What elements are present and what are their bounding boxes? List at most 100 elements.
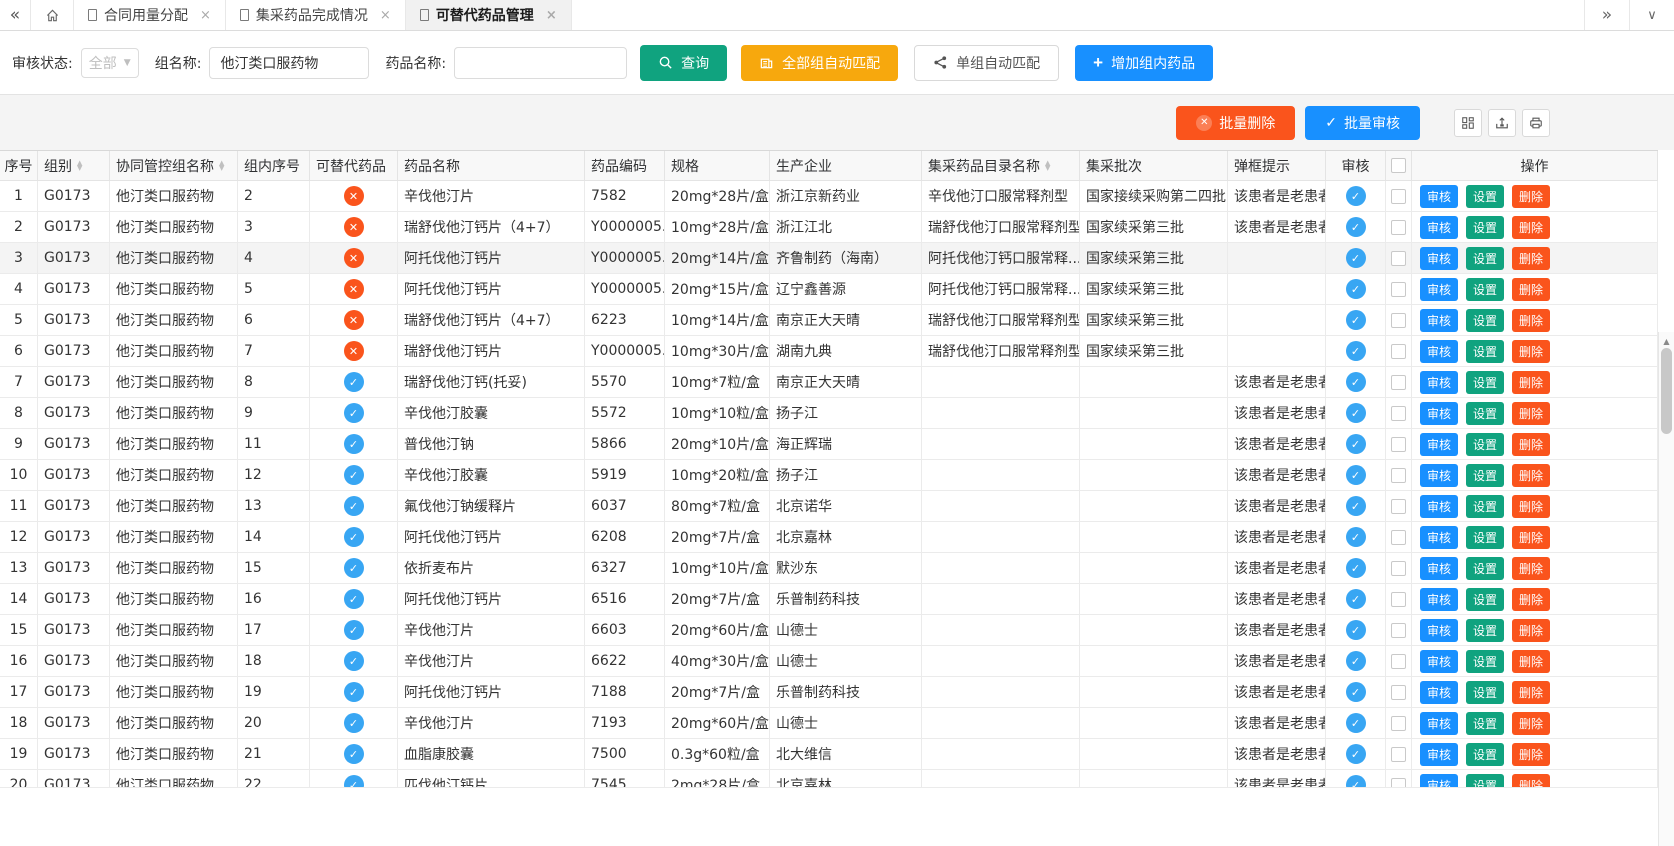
row-checkbox[interactable]: [1391, 251, 1406, 266]
batch-audit-button[interactable]: ✓ 批量审核: [1305, 106, 1420, 140]
row-checkbox[interactable]: [1391, 716, 1406, 731]
sort-icon[interactable]: ▲▼: [219, 161, 224, 171]
row-delete-button[interactable]: 删除: [1512, 309, 1550, 332]
row-setting-button[interactable]: 设置: [1466, 340, 1504, 363]
column-header-2[interactable]: 协同管控组名称▲▼: [110, 151, 238, 180]
row-checkbox[interactable]: [1391, 189, 1406, 204]
row-setting-button[interactable]: 设置: [1466, 743, 1504, 766]
row-checkbox[interactable]: [1391, 437, 1406, 452]
column-header-9[interactable]: 集采药品目录名称▲▼: [922, 151, 1080, 180]
row-delete-button[interactable]: 删除: [1512, 185, 1550, 208]
close-icon[interactable]: ×: [380, 8, 391, 23]
row-checkbox[interactable]: [1391, 685, 1406, 700]
row-delete-button[interactable]: 删除: [1512, 402, 1550, 425]
match-all-groups-button[interactable]: 全部组自动匹配: [741, 45, 898, 81]
group-name-input[interactable]: [209, 47, 369, 79]
row-checkbox[interactable]: [1391, 561, 1406, 576]
row-audit-button[interactable]: 审核: [1420, 557, 1458, 580]
audit-status-select[interactable]: 全部 ▼: [81, 48, 139, 78]
column-header-1[interactable]: 组别▲▼: [38, 151, 110, 180]
row-setting-button[interactable]: 设置: [1466, 402, 1504, 425]
tab-1[interactable]: 集采药品完成情况×: [226, 0, 406, 30]
vertical-scrollbar[interactable]: ▲ ▼: [1658, 332, 1674, 846]
row-delete-button[interactable]: 删除: [1512, 526, 1550, 549]
row-setting-button[interactable]: 设置: [1466, 774, 1504, 789]
batch-delete-button[interactable]: ✕ 批量删除: [1176, 106, 1295, 140]
row-audit-button[interactable]: 审核: [1420, 433, 1458, 456]
row-setting-button[interactable]: 设置: [1466, 278, 1504, 301]
row-checkbox[interactable]: [1391, 654, 1406, 669]
row-delete-button[interactable]: 删除: [1512, 619, 1550, 642]
row-delete-button[interactable]: 删除: [1512, 712, 1550, 735]
row-setting-button[interactable]: 设置: [1466, 557, 1504, 580]
row-audit-button[interactable]: 审核: [1420, 216, 1458, 239]
row-setting-button[interactable]: 设置: [1466, 433, 1504, 456]
row-checkbox[interactable]: [1391, 778, 1406, 789]
scroll-up-icon[interactable]: ▲: [1659, 334, 1674, 348]
row-checkbox[interactable]: [1391, 623, 1406, 638]
row-audit-button[interactable]: 审核: [1420, 402, 1458, 425]
row-checkbox[interactable]: [1391, 375, 1406, 390]
column-settings-button[interactable]: [1454, 109, 1482, 137]
row-setting-button[interactable]: 设置: [1466, 309, 1504, 332]
row-audit-button[interactable]: 审核: [1420, 712, 1458, 735]
home-tab[interactable]: [30, 0, 74, 30]
row-audit-button[interactable]: 审核: [1420, 371, 1458, 394]
row-delete-button[interactable]: 删除: [1512, 557, 1550, 580]
select-all-checkbox[interactable]: [1391, 158, 1406, 173]
row-setting-button[interactable]: 设置: [1466, 371, 1504, 394]
row-delete-button[interactable]: 删除: [1512, 371, 1550, 394]
match-single-group-button[interactable]: 单组自动匹配: [914, 45, 1059, 81]
export-button[interactable]: [1488, 109, 1516, 137]
row-setting-button[interactable]: 设置: [1466, 619, 1504, 642]
row-setting-button[interactable]: 设置: [1466, 681, 1504, 704]
row-setting-button[interactable]: 设置: [1466, 185, 1504, 208]
row-setting-button[interactable]: 设置: [1466, 526, 1504, 549]
row-audit-button[interactable]: 审核: [1420, 185, 1458, 208]
tab-2[interactable]: 可替代药品管理×: [406, 0, 572, 30]
row-setting-button[interactable]: 设置: [1466, 650, 1504, 673]
row-checkbox[interactable]: [1391, 592, 1406, 607]
row-checkbox[interactable]: [1391, 468, 1406, 483]
vertical-scroll-thumb[interactable]: [1661, 348, 1672, 434]
row-setting-button[interactable]: 设置: [1466, 712, 1504, 735]
add-group-drug-button[interactable]: + 增加组内药品: [1075, 45, 1213, 81]
row-audit-button[interactable]: 审核: [1420, 774, 1458, 789]
sort-icon[interactable]: ▲▼: [1045, 161, 1050, 171]
query-button[interactable]: 查询: [640, 45, 727, 81]
tab-menu-chevron-down-icon[interactable]: ∨: [1629, 0, 1674, 30]
sort-icon[interactable]: ▲▼: [77, 161, 82, 171]
tab-0[interactable]: 合同用量分配×: [74, 0, 226, 30]
row-setting-button[interactable]: 设置: [1466, 495, 1504, 518]
row-setting-button[interactable]: 设置: [1466, 588, 1504, 611]
row-delete-button[interactable]: 删除: [1512, 216, 1550, 239]
row-checkbox[interactable]: [1391, 344, 1406, 359]
row-delete-button[interactable]: 删除: [1512, 464, 1550, 487]
row-delete-button[interactable]: 删除: [1512, 495, 1550, 518]
expand-tabs-icon[interactable]: »: [1584, 0, 1629, 30]
row-audit-button[interactable]: 审核: [1420, 278, 1458, 301]
row-audit-button[interactable]: 审核: [1420, 588, 1458, 611]
row-audit-button[interactable]: 审核: [1420, 340, 1458, 363]
row-checkbox[interactable]: [1391, 282, 1406, 297]
row-checkbox[interactable]: [1391, 499, 1406, 514]
print-button[interactable]: [1522, 109, 1550, 137]
row-delete-button[interactable]: 删除: [1512, 588, 1550, 611]
row-delete-button[interactable]: 删除: [1512, 681, 1550, 704]
row-checkbox[interactable]: [1391, 220, 1406, 235]
row-audit-button[interactable]: 审核: [1420, 619, 1458, 642]
row-delete-button[interactable]: 删除: [1512, 278, 1550, 301]
row-audit-button[interactable]: 审核: [1420, 464, 1458, 487]
row-checkbox[interactable]: [1391, 313, 1406, 328]
row-delete-button[interactable]: 删除: [1512, 340, 1550, 363]
close-icon[interactable]: ×: [546, 8, 557, 23]
row-checkbox[interactable]: [1391, 406, 1406, 421]
row-audit-button[interactable]: 审核: [1420, 247, 1458, 270]
row-delete-button[interactable]: 删除: [1512, 433, 1550, 456]
row-setting-button[interactable]: 设置: [1466, 464, 1504, 487]
row-audit-button[interactable]: 审核: [1420, 681, 1458, 704]
row-checkbox[interactable]: [1391, 747, 1406, 762]
row-setting-button[interactable]: 设置: [1466, 247, 1504, 270]
row-delete-button[interactable]: 删除: [1512, 650, 1550, 673]
row-audit-button[interactable]: 审核: [1420, 309, 1458, 332]
